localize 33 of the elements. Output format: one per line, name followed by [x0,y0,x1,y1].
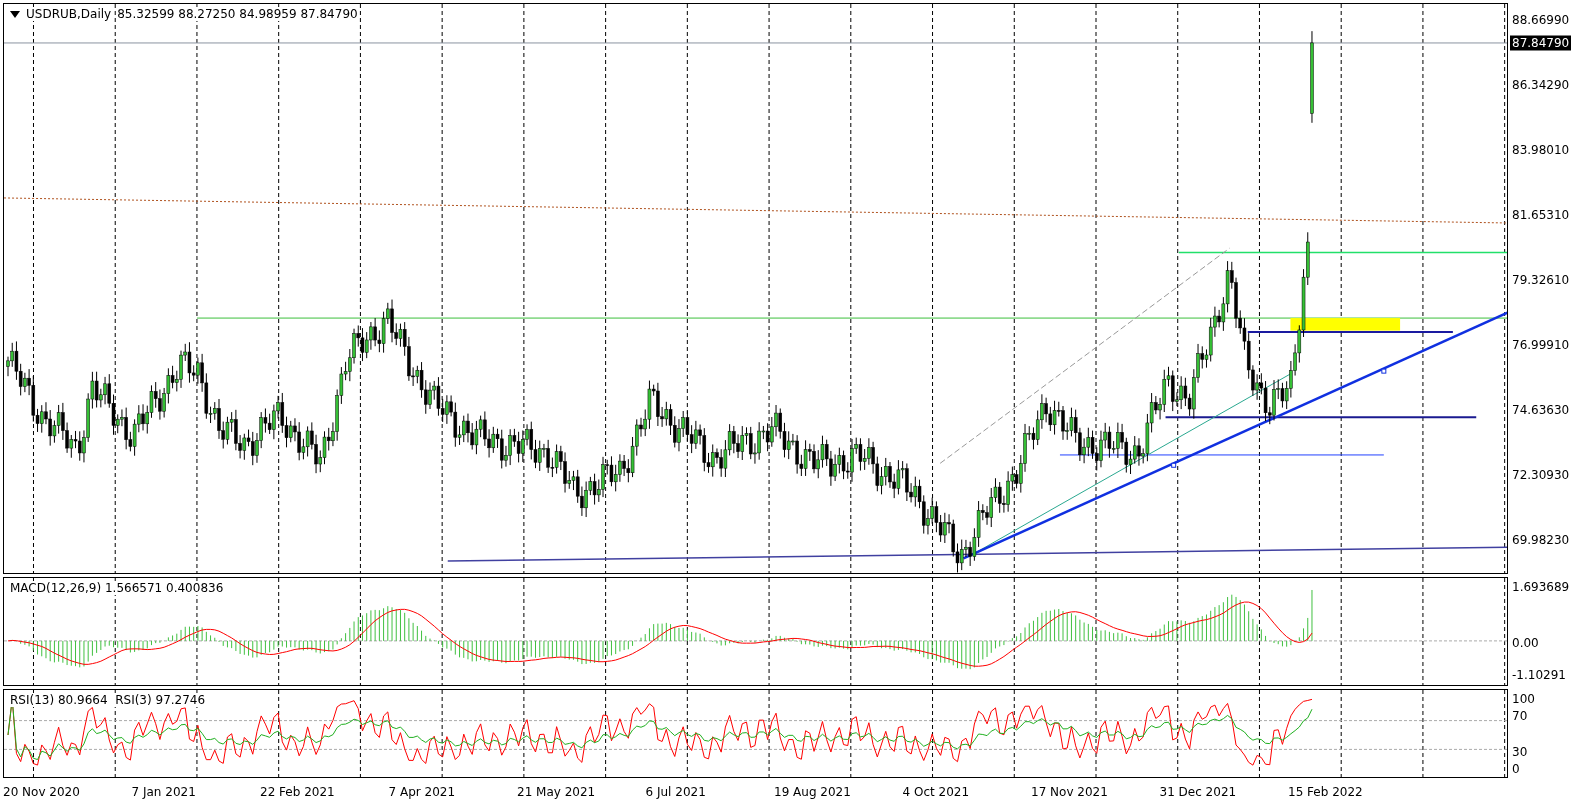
date-label: 22 Feb 2021 [260,785,335,800]
price-label: 79.32610 [1512,273,1570,287]
macd-scale-label: 1.693689 [1512,580,1570,595]
date-label: 7 Jan 2021 [131,785,196,800]
price-label: 81.65310 [1512,208,1570,222]
date-label: 6 Jul 2021 [645,785,706,800]
price-label: 86.34290 [1512,78,1570,92]
rsi-indicator-label: RSI(13) 80.9664 RSI(3) 97.2746 [10,693,206,708]
current-price-label: 87.84790 [1510,35,1572,51]
price-label: 69.98230 [1512,533,1570,547]
date-label: 31 Dec 2021 [1159,785,1237,800]
date-label: 19 Aug 2021 [774,785,851,800]
macd-scale-label: -1.10291 [1512,668,1566,683]
ohlc-values: 85.32599 88.27250 84.98959 87.84790 [117,7,358,21]
price-label: 76.99910 [1512,338,1570,352]
date-label: 21 May 2021 [517,785,596,800]
rsi-scale-label: 70 [1512,709,1528,724]
date-label: 15 Feb 2022 [1288,785,1363,800]
date-label: 17 Nov 2021 [1031,785,1108,800]
macd-indicator-label: MACD(12,26,9) 1.566571 0.400836 [10,581,224,596]
macd-scale-label: 0.00 [1512,636,1539,651]
price-label: 74.63630 [1512,403,1570,417]
date-label: 7 Apr 2021 [388,785,456,800]
rsi-scale-label: 100 [1512,692,1535,707]
date-label: 4 Oct 2021 [902,785,970,800]
price-label: 88.66990 [1512,13,1570,27]
symbol-title: USDRUB,Daily [26,7,112,21]
price-label: 83.98010 [1512,143,1570,157]
dropdown-triangle-icon[interactable] [10,10,20,18]
rsi-scale-label: 0 [1512,762,1520,777]
price-label: 72.30930 [1512,468,1570,482]
date-label: 20 Nov 2020 [3,785,80,800]
rsi-scale-label: 30 [1512,745,1528,760]
